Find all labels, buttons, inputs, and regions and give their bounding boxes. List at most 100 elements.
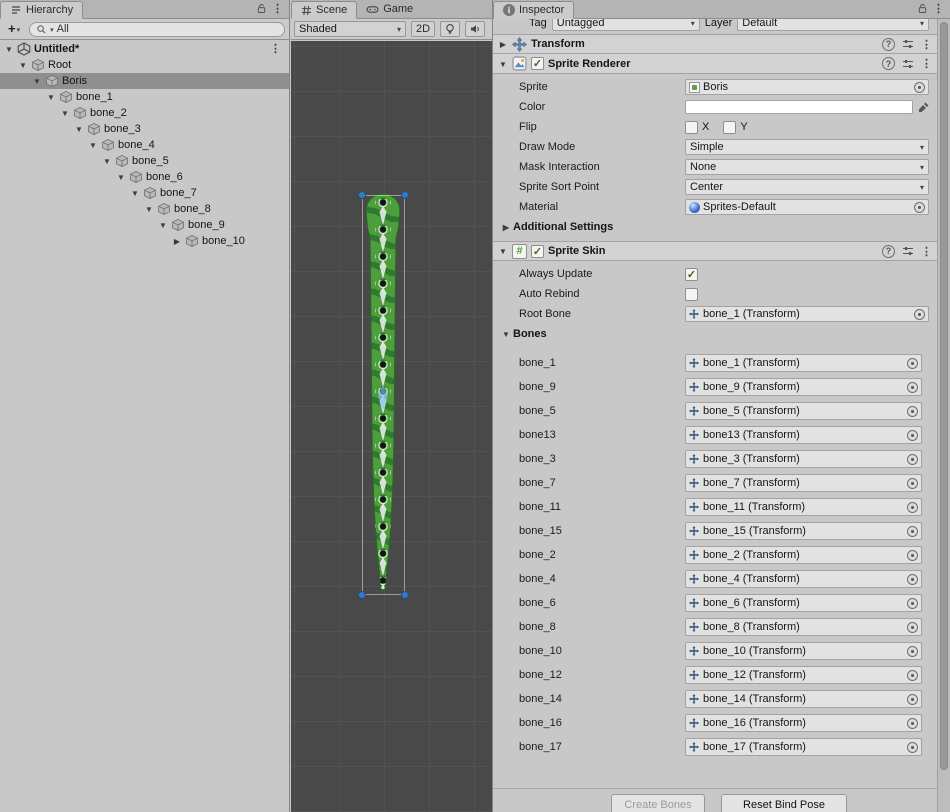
object-picker-icon[interactable] xyxy=(907,574,918,585)
object-picker-icon[interactable] xyxy=(907,478,918,489)
object-picker-icon[interactable] xyxy=(907,598,918,609)
foldout-icon[interactable] xyxy=(498,38,508,50)
foldout-icon[interactable] xyxy=(74,123,84,135)
scene-viewport[interactable] xyxy=(291,41,492,812)
hierarchy-tree-row[interactable]: bone_2 xyxy=(0,105,289,121)
bone-object-field[interactable]: bone_6 (Transform) xyxy=(685,594,922,612)
object-picker-icon[interactable] xyxy=(907,550,918,561)
object-picker-icon[interactable] xyxy=(907,694,918,705)
bone-object-field[interactable]: bone_16 (Transform) xyxy=(685,714,922,732)
2d-toggle-button[interactable]: 2D xyxy=(411,21,435,37)
hierarchy-tree-row[interactable]: Root xyxy=(0,57,289,73)
auto-rebind-checkbox[interactable] xyxy=(685,288,698,301)
foldout-icon[interactable] xyxy=(144,203,154,215)
foldout-icon[interactable] xyxy=(498,245,508,257)
selection-handle-top-left[interactable] xyxy=(358,191,366,199)
reset-bind-pose-button[interactable]: Reset Bind Pose xyxy=(721,794,847,812)
kebab-menu-icon[interactable] xyxy=(270,42,281,55)
hierarchy-tree-row[interactable]: bone_3 xyxy=(0,121,289,137)
create-bones-button[interactable]: Create Bones xyxy=(611,794,705,812)
foldout-icon[interactable] xyxy=(498,58,508,70)
hierarchy-tree-row[interactable]: bone_1 xyxy=(0,89,289,105)
bone-object-field[interactable]: bone13 (Transform) xyxy=(685,426,922,444)
root-bone-object-field[interactable]: bone_1 (Transform) xyxy=(685,306,929,322)
bone-object-field[interactable]: bone_17 (Transform) xyxy=(685,738,922,756)
bone-object-field[interactable]: bone_2 (Transform) xyxy=(685,546,922,564)
kebab-menu-icon[interactable] xyxy=(921,38,932,51)
foldout-icon[interactable] xyxy=(116,171,126,183)
object-picker-icon[interactable] xyxy=(907,526,918,537)
bone-object-field[interactable]: bone_10 (Transform) xyxy=(685,642,922,660)
kebab-menu-icon[interactable] xyxy=(933,2,944,15)
foldout-icon[interactable] xyxy=(172,235,182,247)
object-picker-icon[interactable] xyxy=(914,309,925,320)
bone-object-field[interactable]: bone_11 (Transform) xyxy=(685,498,922,516)
material-object-field[interactable]: Sprites-Default xyxy=(685,199,929,215)
bone-object-field[interactable]: bone_12 (Transform) xyxy=(685,666,922,684)
sprite-sort-point-dropdown[interactable]: Center xyxy=(685,179,929,195)
bone-object-field[interactable]: bone_4 (Transform) xyxy=(685,570,922,588)
foldout-icon[interactable] xyxy=(130,187,140,199)
hierarchy-tree-row[interactable]: bone_9 xyxy=(0,217,289,233)
bone-object-field[interactable]: bone_15 (Transform) xyxy=(685,522,922,540)
object-picker-icon[interactable] xyxy=(907,646,918,657)
lock-icon[interactable] xyxy=(257,3,266,14)
object-picker-icon[interactable] xyxy=(914,82,925,93)
hierarchy-tree-row[interactable]: bone_5 xyxy=(0,153,289,169)
object-picker-icon[interactable] xyxy=(907,454,918,465)
bone-object-field[interactable]: bone_7 (Transform) xyxy=(685,474,922,492)
lighting-toggle-button[interactable] xyxy=(440,21,460,37)
bone-object-field[interactable]: bone_9 (Transform) xyxy=(685,378,922,396)
tab-inspector[interactable]: i Inspector xyxy=(493,1,574,19)
bone-object-field[interactable]: bone_5 (Transform) xyxy=(685,402,922,420)
eyedropper-icon[interactable] xyxy=(917,99,931,114)
object-picker-icon[interactable] xyxy=(907,382,918,393)
draw-mode-dropdown[interactable]: Simple xyxy=(685,139,929,155)
bone-object-field[interactable]: bone_3 (Transform) xyxy=(685,450,922,468)
kebab-menu-icon[interactable] xyxy=(921,57,932,70)
object-picker-icon[interactable] xyxy=(907,406,918,417)
object-picker-icon[interactable] xyxy=(907,718,918,729)
tab-hierarchy[interactable]: Hierarchy xyxy=(0,1,83,19)
scrollbar-thumb[interactable] xyxy=(940,22,948,770)
object-picker-icon[interactable] xyxy=(907,622,918,633)
transform-component-header[interactable]: Transform xyxy=(493,34,937,54)
hierarchy-tree-row[interactable]: bone_7 xyxy=(0,185,289,201)
mask-interaction-dropdown[interactable]: None xyxy=(685,159,929,175)
inspector-scrollbar[interactable] xyxy=(937,19,950,812)
presets-icon[interactable] xyxy=(902,245,914,257)
selection-handle-bottom-right[interactable] xyxy=(401,591,409,599)
bone-object-field[interactable]: bone_1 (Transform) xyxy=(685,354,922,372)
foldout-icon[interactable] xyxy=(32,75,42,87)
hierarchy-tree-row[interactable]: bone_8 xyxy=(0,201,289,217)
object-picker-icon[interactable] xyxy=(907,670,918,681)
selection-handle-top-right[interactable] xyxy=(401,191,409,199)
help-icon[interactable] xyxy=(882,245,895,258)
selection-handle-bottom-left[interactable] xyxy=(358,591,366,599)
additional-settings-foldout[interactable]: Additional Settings xyxy=(493,217,937,237)
hierarchy-tree-row[interactable]: bone_10 xyxy=(0,233,289,249)
help-icon[interactable] xyxy=(882,57,895,70)
color-swatch[interactable] xyxy=(685,100,913,114)
kebab-menu-icon[interactable] xyxy=(921,245,932,258)
shading-mode-dropdown[interactable]: Shaded xyxy=(294,21,406,37)
tab-scene[interactable]: Scene xyxy=(291,1,357,19)
tag-dropdown[interactable]: Untagged xyxy=(552,19,700,31)
foldout-icon[interactable] xyxy=(4,43,14,55)
object-picker-icon[interactable] xyxy=(907,502,918,513)
object-picker-icon[interactable] xyxy=(907,358,918,369)
sprite-object-field[interactable]: Boris xyxy=(685,79,929,95)
layer-dropdown[interactable]: Default xyxy=(737,19,929,31)
foldout-icon[interactable] xyxy=(158,219,168,231)
component-enabled-checkbox[interactable] xyxy=(531,57,544,70)
flip-y-checkbox[interactable] xyxy=(723,121,736,134)
hierarchy-tree-row[interactable]: Untitled* xyxy=(0,41,289,57)
object-picker-icon[interactable] xyxy=(914,202,925,213)
foldout-icon[interactable] xyxy=(88,139,98,151)
lock-icon[interactable] xyxy=(918,3,927,14)
presets-icon[interactable] xyxy=(902,58,914,70)
object-picker-icon[interactable] xyxy=(907,742,918,753)
hierarchy-tree-row[interactable]: bone_6 xyxy=(0,169,289,185)
foldout-icon[interactable] xyxy=(60,107,70,119)
tab-game[interactable]: Game xyxy=(357,0,422,18)
